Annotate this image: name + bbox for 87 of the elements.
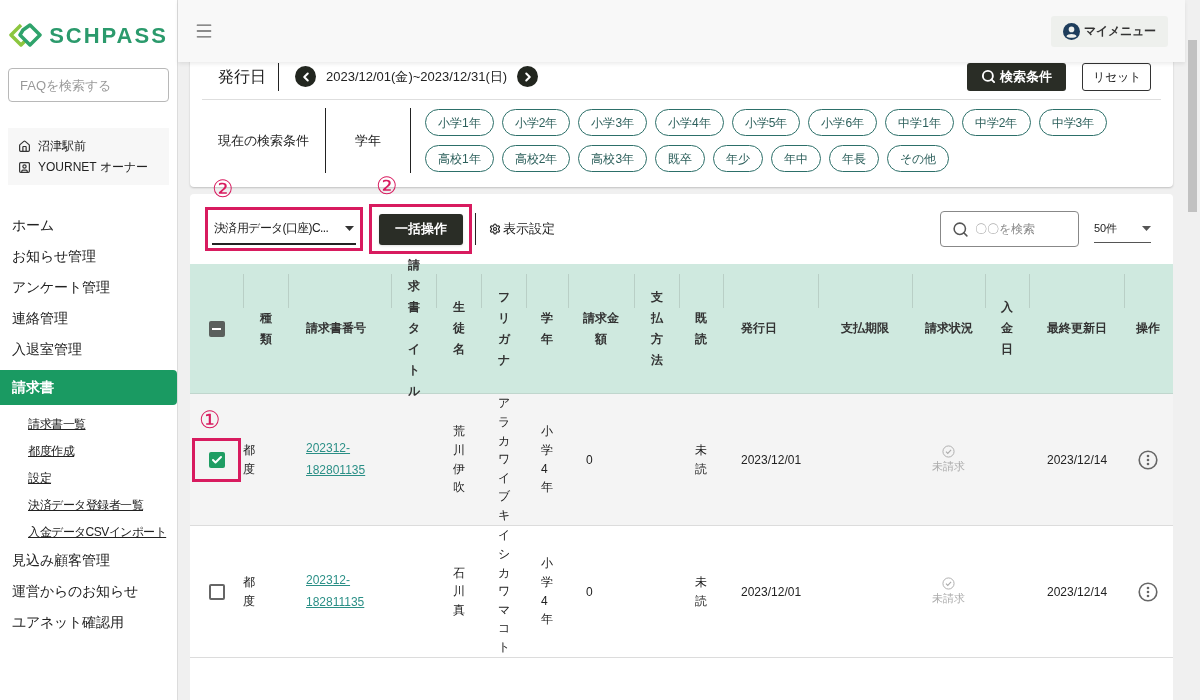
invoice-number-link[interactable]: 202312-182811135 (306, 569, 376, 614)
search-icon (981, 69, 996, 84)
annotation-number: ① (199, 404, 221, 435)
column-header: 既読 (695, 309, 707, 348)
column-header: 請求書番号 (306, 320, 366, 337)
column-header: 生徒名 (452, 299, 465, 358)
more-options-icon[interactable] (1138, 449, 1158, 470)
check-circle-icon (942, 576, 955, 590)
grade-cell-text: 小学4年 (541, 423, 553, 497)
settings-icon (489, 223, 501, 235)
nav-item[interactable]: 見込み顧客管理 (0, 545, 177, 576)
my-menu-button[interactable]: マイメニュー (1051, 15, 1168, 47)
check-icon (210, 453, 223, 466)
kana-cell-text: アラカワイブキ (497, 395, 510, 524)
date-label: 発行日 (217, 66, 267, 87)
nav-subitem[interactable]: 請求書一覧 (28, 414, 86, 433)
check-circle-icon (942, 444, 955, 458)
nav-subitem[interactable]: 入金データCSVインポート (28, 522, 167, 541)
column-header: 請求金額 (583, 309, 619, 348)
read-status-cell-text: 未読 (695, 441, 707, 478)
logo-icon (9, 23, 44, 47)
amount-cell-text: 0 (586, 583, 593, 601)
nav-subitem[interactable]: 都度作成 (28, 441, 74, 460)
grade-label: 学年 (355, 131, 381, 150)
logo-text: SCHPASS (49, 21, 168, 50)
more-options-icon[interactable] (1138, 581, 1158, 602)
billing-status-cell-text: 未請求 (932, 590, 965, 606)
read-status-cell-text: 未読 (695, 573, 707, 610)
column-header: 学年 (541, 309, 553, 348)
invoice-number-link[interactable]: 202312-182801135 (306, 437, 376, 482)
issue-date-cell-text: 2023/12/01 (741, 451, 802, 469)
faq-search-field[interactable]: FAQを検索する (8, 68, 169, 102)
school-name: 沼津駅前 (38, 138, 86, 155)
nav-item[interactable]: 入退室管理 (0, 334, 177, 365)
caret-icon (1142, 226, 1151, 231)
type-cell-text: 都度 (243, 441, 255, 478)
kana-cell-text: イシカワマコト (497, 527, 510, 656)
type-cell-text: 都度 (243, 573, 255, 610)
select-all-checkbox[interactable] (208, 320, 225, 337)
account-role: YOURNET オーナー (38, 159, 148, 176)
column-header: 入金日 (1001, 299, 1013, 358)
column-header: 発行日 (741, 320, 777, 337)
next-button[interactable] (517, 66, 539, 87)
column-header: 種類 (259, 309, 272, 348)
reset-button[interactable]: リセット (1082, 62, 1151, 91)
column-header: 請求状況 (924, 320, 973, 337)
search-conditions-button[interactable]: 検索条件 (967, 62, 1066, 91)
nav-item[interactable]: ユアネット確認用 (0, 607, 177, 638)
nav-subitem[interactable]: 決済データ登録者一覧 (28, 495, 143, 514)
issue-date-cell-text: 2023/12/01 (741, 583, 802, 601)
search-icon (952, 220, 969, 238)
column-header: フリガナ (497, 288, 510, 369)
checkbox[interactable] (208, 451, 225, 468)
amount-cell-text: 0 (586, 451, 593, 469)
billing-status-cell-text: 未請求 (932, 458, 965, 474)
nav-item[interactable]: 運営からのお知らせ (0, 576, 177, 607)
nav-item[interactable]: 連絡管理 (0, 303, 177, 334)
nav-item[interactable]: お知らせ管理 (0, 241, 177, 272)
nav-subitem[interactable]: 設定 (28, 468, 51, 487)
home-icon (18, 139, 31, 153)
search-input[interactable]: 〇〇を検索 (975, 220, 1065, 238)
column-header: 支払方法 (650, 288, 663, 369)
caret-icon (345, 225, 354, 231)
export-select[interactable]: 決済用データ(口座)C... (212, 213, 356, 245)
updated-date-cell-text: 2023/12/14 (1047, 451, 1108, 469)
id-card-icon (18, 160, 31, 174)
bulk-action-button[interactable]: 一括操作 (378, 213, 463, 245)
grade-cell-text: 小学4年 (541, 555, 553, 629)
current-conditions-label: 現在の検索条件 (218, 131, 309, 150)
per-page-select[interactable]: 50件 (1094, 215, 1151, 243)
date-range: 2023/12/01(金)~2023/12/31(日) (326, 67, 508, 86)
student-name-cell-text: 荒川伊吹 (452, 423, 465, 497)
table-search-field[interactable]: 〇〇を検索 (940, 211, 1079, 247)
column-header: 最終更新日 (1046, 320, 1107, 337)
updated-date-cell-text: 2023/12/14 (1047, 583, 1108, 601)
column-header: 支払期限 (841, 320, 889, 337)
user-circle-icon (1063, 22, 1080, 40)
display-settings-button[interactable]: 表示設定 (489, 219, 555, 239)
nav-item[interactable]: ホーム (0, 210, 177, 241)
column-header: 操作 (1136, 320, 1160, 337)
annotation-number: ② (376, 171, 398, 201)
nav-item[interactable]: 請求書 (0, 370, 177, 405)
nav-item[interactable]: アンケート管理 (0, 272, 177, 303)
previous-button[interactable] (295, 66, 316, 87)
student-name-cell-text: 石川真 (452, 564, 465, 619)
annotation-number: ② (212, 174, 234, 204)
checkbox[interactable] (208, 583, 225, 600)
